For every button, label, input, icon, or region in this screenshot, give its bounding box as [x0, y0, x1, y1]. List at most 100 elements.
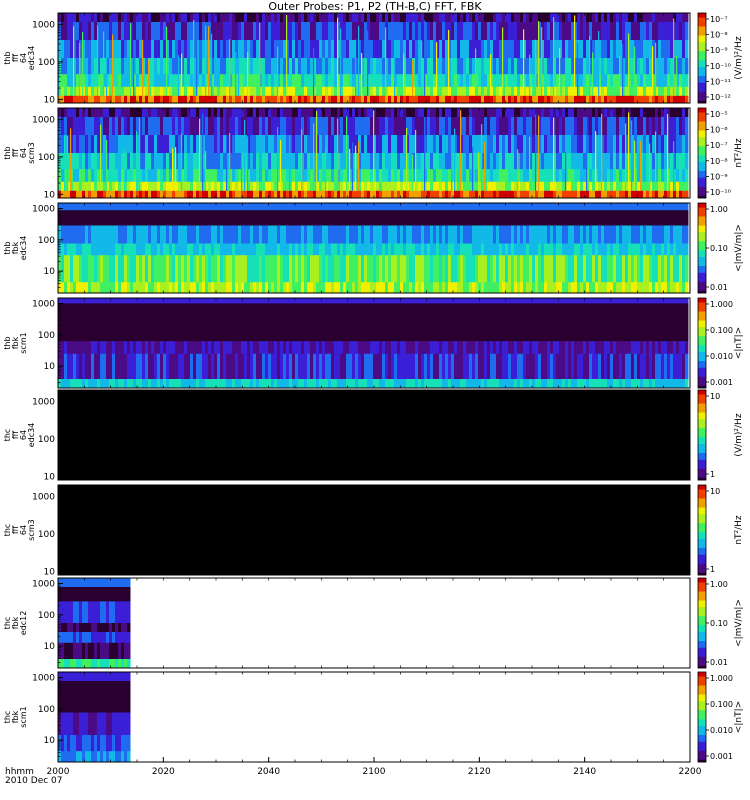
panel-6-label: thc fff 64 scm3	[3, 519, 36, 540]
panel-4-colorbar-tick-label: 0.100	[710, 326, 733, 335]
panel-7-label-line: edc12	[19, 611, 28, 636]
spectrogram-figure: Outer Probes: P1, P2 (TH-B,C) FFT, FBK 1…	[3, 0, 744, 786]
time-axis-tick-label: 2140	[573, 767, 596, 777]
panel-8-ytick-label: 10	[44, 736, 56, 746]
panel-2-colorbar: 10⁻⁵ 10⁻⁶ 10⁻⁷ 10⁻⁸ 10⁻⁹ 10⁻¹⁰ nT²/Hz	[697, 107, 744, 199]
panel-2: 100010010thb fff 64 scm310⁻⁵10⁻⁶10⁻⁷10⁻⁸10⁻…	[3, 107, 744, 200]
panel-3-colorbar-tick-label: 0.10	[710, 244, 728, 253]
panel-3-heatmap	[58, 203, 689, 294]
panel-1-colorbar-tick-label: 10⁻⁹	[710, 46, 728, 55]
panel-8-colorbar-tick-label: 0.010	[710, 726, 733, 735]
panel-7-colorbar-tick-label: 0.10	[710, 619, 728, 628]
panel-6-ytick-label: 100	[38, 530, 55, 540]
panel-7-ytick-label: 10	[44, 642, 56, 652]
panel-6-colorbar: 10 1 nT²/Hz	[697, 484, 744, 576]
panel-1-colorbar-tick-label: 10⁻¹⁰	[710, 62, 731, 71]
panel-7-colorbar-unit: <|mV/m|>	[734, 599, 744, 647]
panel-8-colorbar: 1.000 0.100 0.010 0.001 <|nT|>	[697, 671, 744, 763]
panel-6-label-line: scm3	[27, 519, 36, 540]
panel-7-colorbar-tick-label: 1.00	[710, 580, 728, 589]
panel-3-label-line: edc34	[19, 236, 28, 261]
panel-1-heatmap	[58, 13, 689, 104]
panel-1-label-line: edc34	[27, 46, 36, 71]
panel-1-colorbar-tick-label: 10⁻¹¹	[710, 77, 731, 86]
panel-1-ytick-label: 10	[44, 95, 56, 105]
time-axis-tick-label: 2000	[47, 767, 70, 777]
panel-1-colorbar-tick-label: 10⁻¹²	[710, 93, 731, 102]
panel-1-colorbar-tick-label: 10⁻⁷	[710, 15, 728, 24]
panel-8-colorbar-unit: <|nT|>	[734, 701, 744, 733]
panel-2-label: thb fff 64 scm3	[3, 142, 36, 163]
panel-6-colorbar-unit: nT²/Hz	[734, 515, 744, 545]
panel-7-ytick-label: 1000	[32, 580, 55, 590]
panel-3-ytick-label: 10	[44, 267, 56, 277]
panel-2-ytick-label: 100	[38, 153, 55, 163]
panel-8-label-line: scm1	[19, 706, 28, 727]
panel-8-background	[58, 672, 690, 762]
panel-3-colorbar-tick-label: 1.00	[710, 205, 728, 214]
panel-2-heatmap	[58, 108, 689, 199]
panel-8-ytick-label: 100	[38, 705, 55, 715]
panel-7-colorbar-tick-label: 0.01	[710, 658, 728, 667]
panel-7-background	[58, 578, 690, 668]
time-axis-tick-label: 2120	[468, 767, 491, 777]
panel-2-ytick-label: 10	[44, 190, 56, 200]
panel-5-label: thc fff 64 edc34	[3, 423, 36, 448]
panel-8-heatmap	[58, 672, 131, 763]
panel-7-heatmap	[58, 578, 131, 669]
panel-2-label-line: scm3	[27, 142, 36, 163]
panel-5-label-line: edc34	[27, 423, 36, 448]
panel-4-label: thb fbk scm1	[3, 332, 28, 353]
panel-3-ytick-label: 100	[38, 236, 55, 246]
panel-2-colorbar-unit: nT²/Hz	[734, 138, 744, 168]
panel-3-colorbar-unit: <|mV/m|>	[734, 224, 744, 272]
panel-2-colorbar-tick-label: 10⁻⁷	[710, 141, 728, 150]
panel-7-label: thc fbk edc12	[3, 611, 28, 636]
panel-4-ytick-label: 1000	[32, 300, 55, 310]
panel-4-ytick-label: 10	[44, 362, 56, 372]
time-axis-label-date: 2010 Dec 07	[5, 776, 63, 786]
panel-7-ytick-label: 100	[38, 611, 55, 621]
panel-5-colorbar-tick-label: 10	[710, 392, 720, 401]
panel-8-colorbar-tick-label: 0.100	[710, 700, 733, 709]
panel-1-ytick-label: 100	[38, 58, 55, 68]
time-axis-tick-label: 2040	[257, 767, 280, 777]
figure-title: Outer Probes: P1, P2 (TH-B,C) FFT, FBK	[268, 0, 482, 13]
panel-2-colorbar-tick-label: 10⁻⁹	[710, 172, 728, 181]
panel-3-ytick-label: 1000	[32, 205, 55, 215]
panel-3-colorbar-tick-label: 0.01	[710, 283, 728, 292]
panel-3-colorbar: 1.00 0.10 0.01 <|mV/m|>	[697, 202, 744, 294]
panel-2-colorbar-tick-label: 10⁻⁵	[710, 110, 728, 119]
panel-4-colorbar-tick-label: 1.000	[710, 300, 733, 309]
panel-1-colorbar: 10⁻⁷ 10⁻⁸ 10⁻⁹ 10⁻¹⁰ 10⁻¹¹ 10⁻¹² (V/m)²/Hz	[697, 12, 744, 104]
panel-1-label: thb fff 64 edc34	[3, 46, 36, 71]
panel-4: 1000 100 10 thb fbk scm1 1.000 0.100 0.010 0.001 <…	[3, 297, 744, 389]
panel-8-label: thc fbk scm1	[3, 706, 28, 727]
panel-5-colorbar-tick-label: 1	[710, 470, 715, 479]
panel-4-colorbar-tick-label: 0.001	[710, 378, 733, 387]
panel-1: 100010010thb fff 64 edc3410⁻⁷10⁻⁸10⁻⁹10⁻¹⁰1…	[3, 12, 744, 105]
panel-5-ytick-label: 1000	[32, 397, 55, 407]
panel-5: 1000 100 10 thc fff 64 edc34 10 1 (V/m)²/Hz	[3, 389, 744, 482]
panel-3: 1000 100 10 thb fbk edc34 1.00 0.10 0.01 <|mV/m|>	[3, 202, 744, 294]
panel-5-colorbar-unit: (V/m)²/Hz	[734, 413, 744, 456]
panel-6-nodata-fill	[58, 485, 690, 575]
panel-4-colorbar: 1.000 0.100 0.010 0.001 <|nT|>	[697, 297, 744, 389]
panel-4-colorbar-unit: <|nT|>	[734, 327, 744, 359]
panel-2-colorbar-tick-label: 10⁻⁸	[710, 157, 728, 166]
panel-5-nodata-fill	[58, 390, 690, 480]
panel-6-colorbar-tick-label: 1	[710, 565, 715, 574]
panel-8-colorbar-tick-label: 1.000	[710, 674, 733, 683]
panel-6-ytick-label: 10	[44, 567, 56, 577]
panel-1-colorbar-unit: (V/m)²/Hz	[734, 36, 744, 79]
panel-6-ytick-label: 1000	[32, 492, 55, 502]
panel-2-colorbar-tick-label: 10⁻⁶	[710, 126, 728, 135]
panel-7-colorbar: 1.00 0.10 0.01 <|mV/m|>	[697, 577, 744, 669]
time-axis-tick-label: 2100	[363, 767, 386, 777]
panel-5-ytick-label: 100	[38, 435, 55, 445]
panel-6-colorbar-tick-label: 10	[710, 487, 720, 496]
panel-4-label-line: scm1	[19, 332, 28, 353]
panel-7: 1000 100 10 thc fbk edc12 1.00 0.10 0.01 <|mV/m|>	[3, 577, 744, 669]
panel-5-ytick-label: 10	[44, 472, 56, 482]
panel-8-ytick-label: 1000	[32, 674, 55, 684]
